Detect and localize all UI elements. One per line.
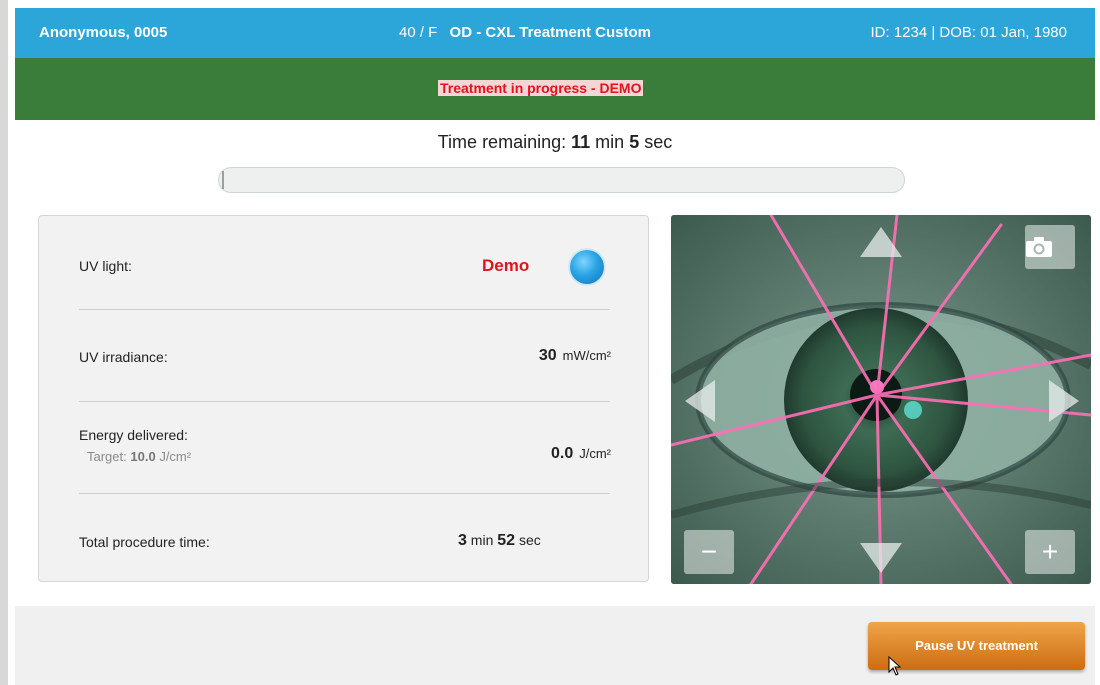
- camera-icon: [1026, 237, 1052, 257]
- arrow-right-icon[interactable]: [1047, 378, 1081, 424]
- arrow-left-icon[interactable]: [683, 378, 717, 424]
- uv-light-status: Demo: [482, 256, 530, 275]
- window-edge: [0, 0, 8, 685]
- uv-irradiance-number: 30: [538, 347, 557, 364]
- patient-name: Anonymous, 0005: [39, 24, 168, 41]
- procedure-time-sec-unit: sec: [518, 532, 541, 548]
- treatment-info: 40 / F OD - CXL Treatment Custom: [399, 24, 651, 41]
- energy-delivered-unit: J/cm²: [579, 446, 611, 461]
- time-remaining-label: Time remaining:: [437, 132, 567, 152]
- energy-target-label: Target:: [87, 449, 127, 464]
- patient-id-dob: ID: 1234 | DOB: 01 Jan, 1980: [870, 24, 1067, 41]
- divider: [79, 309, 610, 310]
- energy-target: Target: 10.0 J/cm²: [87, 449, 191, 464]
- sec-unit: sec: [644, 132, 673, 152]
- eye-camera-image: [671, 215, 1091, 584]
- uv-light-label: UV light:: [79, 258, 132, 274]
- treatment-parameters-panel: UV light: Demo UV irradiance: 30 mW/cm² E…: [38, 215, 649, 582]
- energy-delivered-label: Energy delivered:: [79, 427, 188, 443]
- treatment-title: OD - CXL Treatment Custom: [449, 24, 651, 41]
- uv-light-indicator-icon: [570, 250, 604, 284]
- uv-irradiance-unit: mW/cm²: [562, 348, 611, 363]
- energy-target-value: 10.0: [130, 449, 156, 464]
- energy-target-unit: J/cm²: [159, 449, 192, 464]
- time-remaining: Time remaining: 11 min 5 sec: [15, 132, 1095, 153]
- snapshot-button[interactable]: [1025, 225, 1075, 269]
- uv-irradiance-label: UV irradiance:: [79, 349, 168, 365]
- min-unit: min: [595, 132, 625, 152]
- zoom-out-button[interactable]: −: [684, 530, 734, 574]
- patient-header: Anonymous, 0005 40 / F OD - CXL Treatmen…: [15, 8, 1095, 58]
- mouse-cursor-icon: [888, 656, 902, 676]
- time-remaining-seconds: 5: [629, 132, 640, 152]
- time-remaining-minutes: 11: [571, 132, 591, 152]
- patient-age-sex: 40 / F: [399, 24, 438, 41]
- eye-camera-view[interactable]: − +: [671, 215, 1091, 584]
- procedure-time-label: Total procedure time:: [79, 534, 210, 550]
- status-bar: Treatment in progress - DEMO: [15, 58, 1095, 120]
- procedure-time-min-unit: min: [470, 532, 494, 548]
- arrow-down-icon[interactable]: [858, 541, 904, 575]
- zoom-in-button[interactable]: +: [1025, 530, 1075, 574]
- divider: [79, 401, 610, 402]
- procedure-time-minutes: 3: [458, 532, 467, 549]
- procedure-time-value: 3 min 52 sec: [458, 532, 541, 550]
- energy-delivered-number: 0.0: [550, 445, 574, 462]
- procedure-time-seconds: 52: [497, 532, 516, 549]
- progress-fill: [222, 171, 224, 189]
- uv-irradiance-value: 30 mW/cm²: [539, 347, 611, 365]
- treatment-status-message: Treatment in progress - DEMO: [438, 80, 644, 96]
- energy-delivered-value: 0.0 J/cm²: [551, 445, 611, 463]
- arrow-up-icon[interactable]: [858, 225, 904, 259]
- divider: [79, 493, 610, 494]
- treatment-progress-bar: [218, 167, 905, 193]
